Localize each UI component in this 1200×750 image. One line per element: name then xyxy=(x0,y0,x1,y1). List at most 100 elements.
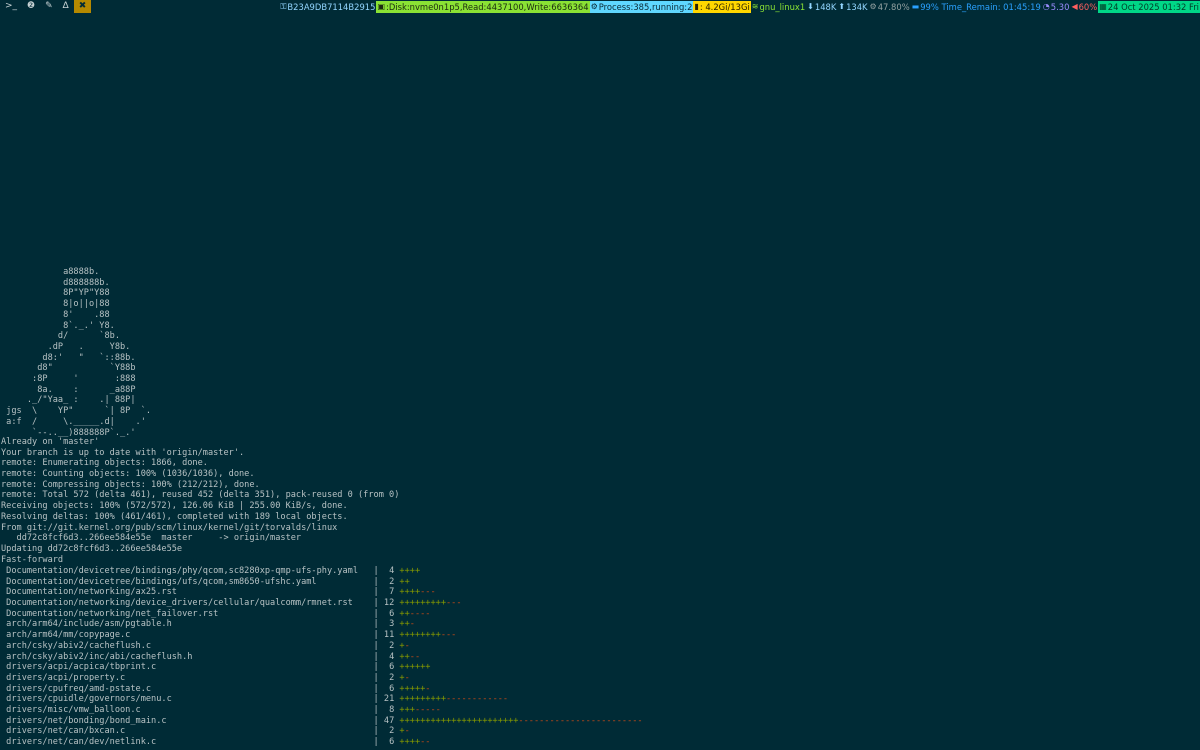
diffstat-count: 47 xyxy=(383,715,400,726)
tag-2[interactable]: ❷ xyxy=(22,0,40,13)
diffstat-count: 8 xyxy=(383,704,400,715)
diffstat-separator: | xyxy=(368,630,384,641)
diffstat-count: 4 xyxy=(383,651,400,662)
diffstat-additions: ++ xyxy=(399,651,410,662)
status-net-up: ⬆ 134K xyxy=(837,0,869,13)
diffstat-additions: +++++++++ xyxy=(399,694,446,705)
output-line: Already on 'master' xyxy=(1,437,100,447)
diffstat-file: drivers/net/can/dev/netlink.c xyxy=(1,737,369,747)
diffstat-deletions: --- xyxy=(446,598,462,609)
status-volume: ◀ 60% xyxy=(1070,0,1099,13)
calendar-icon: ▦ xyxy=(1099,1,1107,11)
output-line: remote: Counting objects: 100% (1036/103… xyxy=(1,469,255,480)
diffstat-count: 2 xyxy=(383,640,400,651)
diffstat-count: 7 xyxy=(383,587,400,598)
diffstat-separator: | xyxy=(368,619,384,630)
diffstat-count: 6 xyxy=(383,662,400,673)
diffstat-deletions: - xyxy=(404,726,410,737)
status-load-text: 5.30 xyxy=(1050,1,1070,12)
diffstat-separator: | xyxy=(368,576,384,587)
diffstat-row: Documentation/networking/net_failover.rs… xyxy=(1,609,643,620)
diffstat-count: 2 xyxy=(383,672,400,683)
wifi-icon: ≋ xyxy=(751,1,759,11)
diffstat-file: Documentation/devicetree/bindings/ufs/qc… xyxy=(1,576,369,587)
diffstat-file: drivers/net/can/bxcan.c xyxy=(1,726,369,737)
status-volume-text: 60% xyxy=(1078,1,1098,12)
diffstat-file: Documentation/devicetree/bindings/phy/qc… xyxy=(1,566,369,576)
diffstat-row: arch/csky/abiv2/inc/abi/cacheflush.h | 4… xyxy=(1,652,643,663)
diffstat-file: drivers/acpi/acpica/tbprint.c xyxy=(1,662,369,673)
diffstat-deletions: ------------ xyxy=(446,694,509,705)
diffstat-row: drivers/net/can/bxcan.c | 2 +- xyxy=(1,726,643,737)
diffstat-count: 2 xyxy=(383,726,400,737)
key-icon: ⚿ xyxy=(280,1,287,11)
workspace-tags: >_ ❷ ✎ ∆ ✖ xyxy=(0,0,92,13)
diffstat-row: drivers/cpufreq/amd-pstate.c | 6 +++++- xyxy=(1,684,643,695)
status-disk-text: :Disk:nvme0n1p5,Read:4437100,Write:66363… xyxy=(386,1,589,12)
diffstat-separator: | xyxy=(368,598,384,609)
diffstat-separator: | xyxy=(368,640,384,651)
output-line: Updating dd72c8fcf6d3..266ee584e55e xyxy=(1,543,183,554)
diffstat-separator: | xyxy=(368,737,384,747)
tag-editor[interactable]: ✎ xyxy=(40,0,58,13)
output-line: Resolving deltas: 100% (461/461), comple… xyxy=(1,511,348,522)
terminal-window[interactable]: a8888b. d888888b. 8P"YP"Y88 8|o||o|88 8'… xyxy=(0,13,1200,750)
status-segments: ⚿ B23A9DB7114B2915 ▣:Disk:nvme0n1p5,Read:4… xyxy=(279,0,1200,13)
diffstat-row: drivers/net/bonding/bond_main.c | 47 +++… xyxy=(1,715,643,727)
diffstat-deletions: -- xyxy=(420,737,431,747)
diffstat-count: 6 xyxy=(383,737,400,747)
diffstat-row: Documentation/devicetree/bindings/ufs/qc… xyxy=(1,577,643,588)
diffstat-additions: +++ xyxy=(399,704,415,715)
diffstat-additions: +++++++++++++++++++++++ xyxy=(399,715,519,726)
output-line: remote: Enumerating objects: 1866, done. xyxy=(1,458,208,469)
volume-icon: ◀ xyxy=(1071,1,1078,11)
diffstat-separator: | xyxy=(368,715,384,726)
gauge-icon: ◔ xyxy=(1042,1,1050,11)
diffstat-count: 4 xyxy=(383,566,400,576)
diffstat-row: drivers/acpi/property.c | 2 +- xyxy=(1,673,643,684)
output-line: From git://git.kernel.org/pub/scm/linux/… xyxy=(1,522,338,533)
diffstat-additions: ++ xyxy=(399,608,410,619)
diffstat-separator: | xyxy=(368,704,384,715)
status-hostid-text: B23A9DB7114B2915 xyxy=(287,1,376,12)
diffstat-separator: | xyxy=(368,683,384,694)
diffstat-additions: ++++ xyxy=(399,566,421,576)
diffstat-deletions: ------------------------ xyxy=(518,715,643,726)
output-line: remote: Compressing objects: 100% (212/2… xyxy=(1,479,260,490)
tag-linux[interactable]: ∆ xyxy=(58,0,74,13)
diffstat-file: drivers/net/bonding/bond_main.c xyxy=(1,715,369,726)
diffstat-additions: ++++ xyxy=(399,737,421,747)
git-output: Already on 'master' Your branch is up to … xyxy=(1,437,399,565)
diffstat-file: arch/arm64/mm/copypage.c xyxy=(1,630,369,641)
diffstat-row: drivers/misc/vmw_balloon.c | 8 +++----- xyxy=(1,705,643,716)
tag-terminal[interactable]: >_ xyxy=(0,0,22,13)
diffstat-count: 11 xyxy=(383,630,400,641)
diffstat-file: drivers/cpufreq/amd-pstate.c xyxy=(1,683,369,694)
status-net-down: ⬇ 148K xyxy=(806,0,838,13)
diffstat-count: 3 xyxy=(383,619,400,630)
git-diffstat: Documentation/devicetree/bindings/phy/qc… xyxy=(1,566,643,748)
status-memory: ▮: 4.2Gi/13Gi xyxy=(693,0,751,13)
diffstat-deletions: ---- xyxy=(409,608,431,619)
diffstat-row: arch/csky/abiv2/cacheflush.c | 2 +- xyxy=(1,641,643,652)
status-hostid: ⚿ B23A9DB7114B2915 xyxy=(279,0,377,13)
diffstat-deletions: --- xyxy=(440,630,457,641)
diffstat-separator: | xyxy=(368,662,384,673)
output-line: Receiving objects: 100% (572/572), 126.0… xyxy=(1,501,348,512)
status-load: ◔ 5.30 xyxy=(1041,0,1071,13)
diffstat-file: arch/arm64/include/asm/pgtable.h xyxy=(1,619,369,630)
diffstat-additions: +++++++++ xyxy=(399,598,446,609)
tag-tools[interactable]: ✖ xyxy=(73,0,92,13)
diffstat-deletions: -- xyxy=(409,651,421,662)
arrow-up-icon: ⬆ xyxy=(838,1,846,11)
status-process-text: Process:385,running:2 xyxy=(598,1,693,12)
ascii-art-logo: a8888b. d888888b. 8P"YP"Y88 8|o||o|88 8'… xyxy=(6,267,152,438)
diffstat-file: arch/csky/abiv2/inc/abi/cacheflush.h xyxy=(1,651,369,662)
diffstat-deletions: - xyxy=(404,640,410,651)
status-datetime-text: 24 Oct 2025 01:32 Fri xyxy=(1107,1,1199,12)
status-wifi: ≋ gnu_linux1 xyxy=(750,0,807,13)
diffstat-file: Documentation/networking/net_failover.rs… xyxy=(1,608,369,619)
status-bar: >_ ❷ ✎ ∆ ✖ ⚿ B23A9DB7114B2915 ▣:Disk:nvme0n1p5… xyxy=(0,0,1200,13)
diffstat-count: 12 xyxy=(383,598,400,609)
diffstat-row: drivers/net/can/dev/netlink.c | 6 ++++-- xyxy=(1,737,643,748)
